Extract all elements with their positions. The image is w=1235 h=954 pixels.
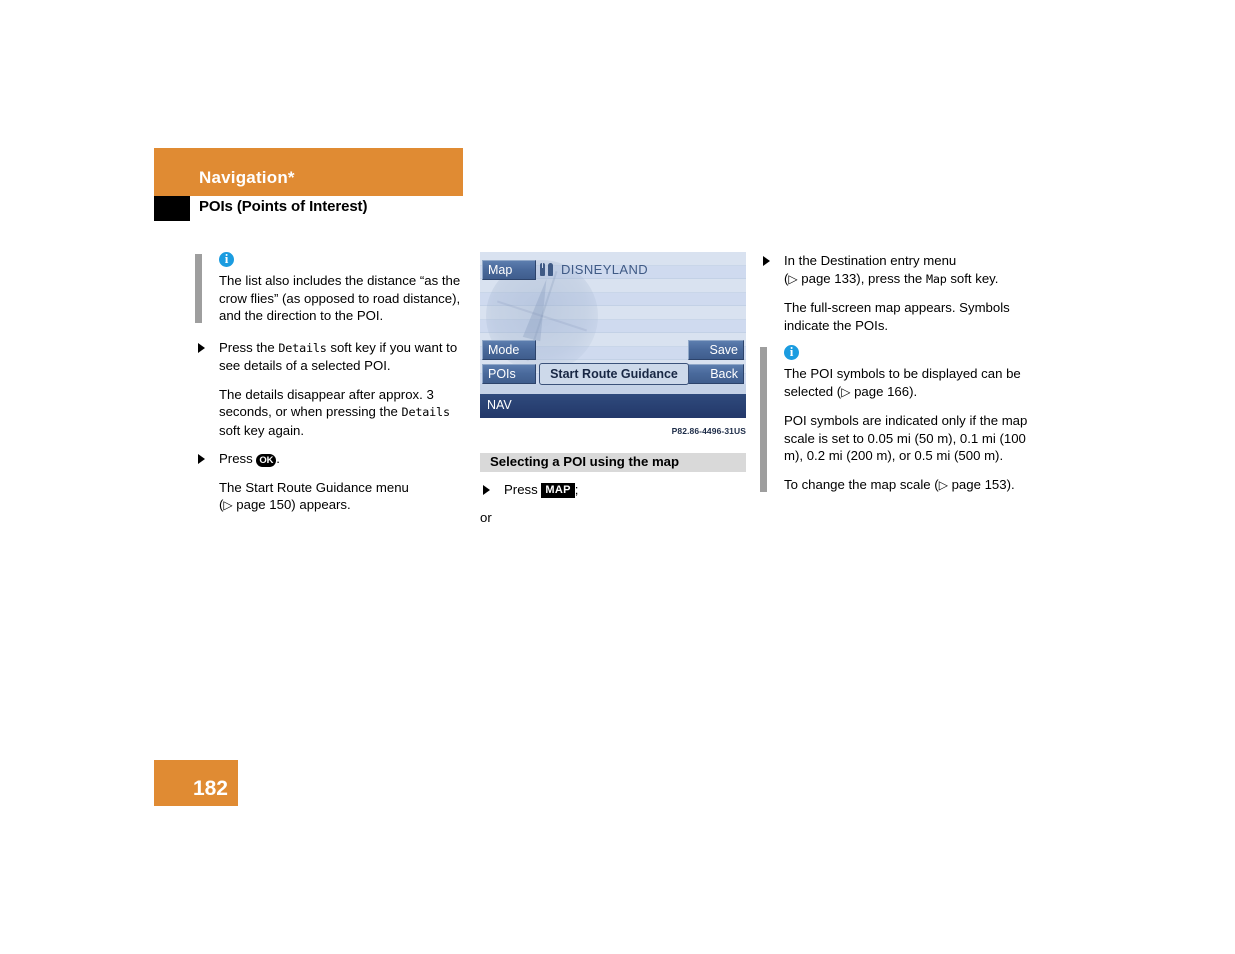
step-prefix: Press — [504, 481, 542, 497]
ref-text: page 150) appears. — [232, 497, 351, 512]
ref-suffix: soft key. — [946, 270, 999, 286]
note-para-2: POI symbols are indicated only if the ma… — [784, 413, 1028, 463]
step-prefix: Press the — [219, 339, 279, 355]
step-suffix: . — [276, 451, 280, 466]
ok-key-icon: OK — [256, 454, 277, 467]
nav-destination-name: DISNEYLAND — [561, 262, 649, 278]
softkey-details-2: Details — [401, 405, 451, 419]
softkey-map: Map — [925, 271, 947, 286]
info-note-left: The list also includes the distance “as … — [195, 251, 470, 325]
page-ref-arrow-icon: ▷ — [938, 477, 948, 492]
info-note-right: The POI symbols to be displayed can be s… — [760, 344, 1035, 495]
right-column: In the Destination entry menu (▷ page 13… — [760, 252, 1035, 508]
note-text: The list also includes the distance “as … — [219, 273, 461, 323]
fork-glyph — [540, 263, 545, 276]
nav-softkey-map[interactable]: Map — [482, 260, 536, 280]
section-marker-block — [154, 196, 190, 221]
nav-softkey-mode[interactable]: Mode — [482, 340, 536, 360]
nav-softkey-back[interactable]: Back — [688, 364, 744, 384]
page-number: 182 — [192, 777, 228, 800]
left-column: The list also includes the distance “as … — [195, 251, 470, 526]
result-suffix: soft key again. — [219, 422, 305, 438]
section-header-row: POIs (Points of Interest) — [154, 196, 463, 221]
bullet-arrow-icon — [198, 454, 205, 464]
page-number-box: 182 — [154, 760, 238, 806]
note-p3-suffix: page 153). — [947, 476, 1015, 492]
step-press-details: Press the Details soft key if you want t… — [195, 339, 470, 375]
bullet-arrow-icon — [198, 342, 205, 353]
note-para-1: The POI symbols to be displayed can be s… — [784, 365, 1035, 401]
middle-column: DISNEYLAND Map Mode POIs Save Back Start… — [480, 252, 748, 538]
navigation-display: DISNEYLAND Map Mode POIs Save Back Start… — [480, 252, 746, 418]
page-ref-arrow-icon: ▷ — [223, 498, 233, 512]
bullet-arrow-icon — [483, 484, 490, 495]
page-ref-arrow-icon: ▷ — [788, 271, 798, 286]
info-icon — [784, 344, 799, 360]
nav-softkey-save[interactable]: Save — [688, 340, 744, 360]
subsection-heading: Selecting a POI using the map — [480, 452, 746, 472]
result-details-disappear: The details disappear after approx. 3 se… — [195, 386, 470, 440]
nav-screen-figure: DISNEYLAND Map Mode POIs Save Back Start… — [480, 252, 746, 441]
chapter-header-band: Navigation* — [154, 148, 463, 196]
map-hardkey-icon: MAP — [541, 482, 575, 498]
result-fullscreen-map: The full-screen map appears. Symbols ind… — [784, 300, 1010, 333]
result-line1: The Start Route Guidance menu — [219, 479, 409, 495]
bullet-arrow-icon — [763, 256, 770, 266]
section-title: POIs (Points of Interest) — [199, 198, 368, 215]
step-prefix: Press — [219, 451, 257, 466]
step-press-map-key: Press MAP; — [480, 481, 748, 499]
start-route-guidance-button[interactable]: Start Route Guidance — [539, 363, 689, 385]
softkey-details: Details — [278, 340, 327, 355]
compass-needle-icon — [522, 276, 556, 342]
nav-title-row: DISNEYLAND — [540, 261, 648, 279]
note-accent-bar — [760, 347, 767, 492]
spoon-glyph — [548, 263, 553, 276]
note-p1-suffix: page 166). — [850, 383, 918, 399]
note-p3-prefix: To change the map scale ( — [784, 476, 939, 492]
step-line1: In the Destination entry menu — [784, 253, 957, 268]
step-destination-entry-menu: In the Destination entry menu (▷ page 13… — [760, 252, 1035, 288]
figure-caption: P82.86-4496-31US — [671, 426, 746, 436]
note-para-3: To change the map scale (▷ page 153). — [784, 476, 1035, 495]
step-press-ok: Press OK. — [195, 450, 470, 468]
info-icon — [219, 251, 234, 267]
result-start-route-guidance: The Start Route Guidance menu (▷ page 15… — [195, 479, 470, 515]
chapter-title: Navigation* — [199, 168, 295, 187]
ref-mid: page 133), press the — [797, 270, 926, 286]
note-accent-bar — [195, 254, 202, 323]
alternative-or: or — [480, 510, 492, 525]
nav-status-bar: NAV — [480, 394, 746, 418]
restaurant-icon — [540, 263, 555, 277]
nav-mode-label: NAV — [487, 398, 512, 412]
step-suffix: ; — [574, 481, 579, 497]
nav-softkey-pois[interactable]: POIs — [482, 364, 536, 384]
